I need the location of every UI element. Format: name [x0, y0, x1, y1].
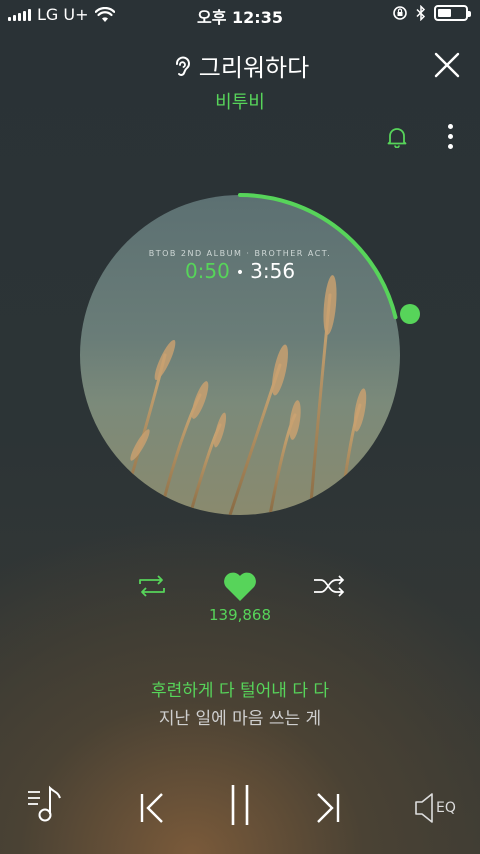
eq-label: EQ: [436, 800, 456, 816]
dot-icon: [448, 124, 453, 129]
hearing-icon: [175, 56, 190, 76]
playlist-button[interactable]: [26, 782, 66, 826]
bell-icon[interactable]: [386, 126, 408, 148]
status-bar: LG U+ 오후 12:35: [0, 0, 480, 28]
song-title: 그리워하다: [171, 48, 309, 83]
eq-button[interactable]: EQ: [414, 788, 462, 828]
orientation-lock-icon: [393, 6, 407, 20]
album-player: BTOB 2ND ALBUM · BROTHER ACT. 0:50 • 3:56: [60, 175, 421, 535]
progress-ring: [238, 193, 398, 320]
artist-name[interactable]: 비투비: [0, 88, 480, 114]
next-button[interactable]: [312, 788, 342, 828]
dot-icon: [448, 144, 453, 149]
like-count: 139,868: [208, 606, 272, 624]
song-title-text: 그리워하다: [198, 54, 310, 82]
battery-icon: [434, 5, 471, 21]
status-right: [392, 5, 471, 21]
more-options-button[interactable]: [448, 124, 454, 152]
previous-button[interactable]: [138, 788, 168, 828]
progress-arc: [238, 193, 398, 320]
like-button[interactable]: [222, 570, 258, 602]
lyric-current[interactable]: 후련하게 다 털어내 다 다: [0, 676, 480, 701]
shuffle-button[interactable]: [312, 574, 346, 598]
pause-button[interactable]: [226, 782, 254, 828]
speaker-icon: [415, 793, 433, 823]
song-header: 그리워하다: [0, 48, 480, 83]
dot-icon: [448, 134, 453, 139]
close-button[interactable]: [434, 52, 460, 78]
bluetooth-icon: [416, 5, 426, 21]
lyric-next[interactable]: 지난 일에 마음 쓰는 게: [0, 704, 480, 729]
transport-bar: EQ: [0, 782, 480, 832]
progress-handle[interactable]: [400, 303, 421, 324]
repeat-button[interactable]: [136, 574, 168, 598]
